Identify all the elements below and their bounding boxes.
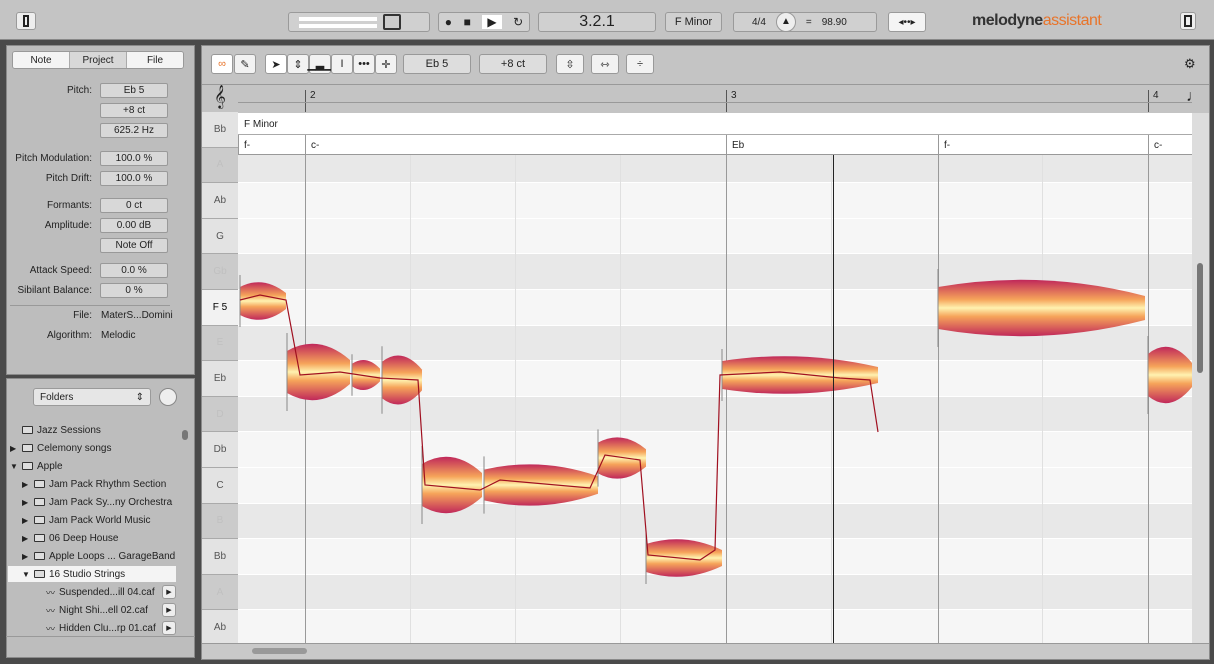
pitch-curve [239, 294, 879, 561]
note-blob[interactable] [1148, 346, 1192, 404]
horizontal-scrollbar[interactable] [202, 643, 1209, 659]
note-blob[interactable] [722, 356, 878, 394]
note-blob[interactable] [240, 282, 286, 320]
note-blob[interactable] [938, 279, 1145, 337]
horizontal-scroll-thumb[interactable] [252, 648, 307, 654]
playhead[interactable] [833, 155, 834, 643]
note-blob[interactable] [484, 464, 598, 506]
vertical-scroll-thumb[interactable] [1197, 263, 1203, 373]
vertical-scrollbar[interactable] [1192, 113, 1209, 643]
note-blobs [239, 269, 1192, 584]
